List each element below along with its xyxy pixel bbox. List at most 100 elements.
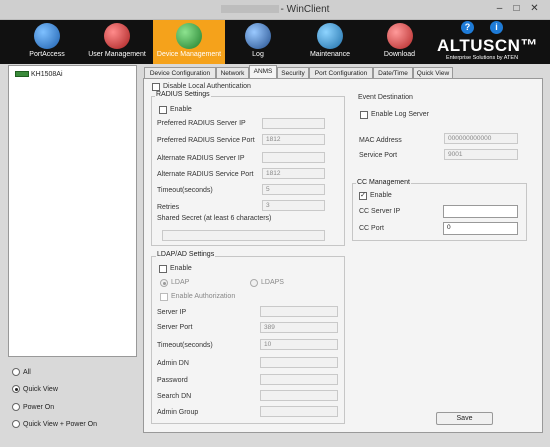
ldap-server-ip-field[interactable]: [260, 306, 338, 317]
toolbar-maintenance[interactable]: Maintenance: [300, 20, 360, 64]
user-management-icon: [104, 23, 130, 49]
logo-subtitle: Enterprise Solutions by ATEN: [446, 55, 519, 61]
radius-enable-checkbox[interactable]: [159, 106, 167, 114]
ldap-server-ip-label: Server IP: [157, 309, 187, 316]
alternate-radius-ip-field[interactable]: [262, 152, 325, 163]
ldap-radio-label: LDAP: [171, 279, 190, 286]
radius-settings-title: RADIUS Settings: [155, 91, 211, 98]
preferred-radius-port-label: Preferred RADIUS Service Port: [157, 137, 255, 144]
cc-server-ip-field[interactable]: [443, 205, 518, 218]
enable-authorization-checkbox[interactable]: [160, 293, 168, 301]
save-button[interactable]: Save: [436, 412, 493, 425]
toolbar-label: Download: [383, 51, 416, 58]
search-dn-label: Search DN: [157, 393, 192, 400]
view-option-label: Quick View: [23, 385, 58, 393]
ldaps-radio[interactable]: [250, 279, 258, 287]
alternate-radius-ip-label: Alternate RADIUS Server IP: [157, 155, 245, 162]
admin-group-label: Admin Group: [157, 409, 199, 416]
cc-enable-checkbox[interactable]: ✓: [359, 192, 367, 200]
tab-anms[interactable]: ANMS: [249, 65, 277, 79]
radius-retries-label: Retries: [157, 204, 180, 211]
search-dn-field[interactable]: [260, 390, 338, 401]
view-option-power-on[interactable]: Power On: [12, 403, 54, 411]
mac-address-label: MAC Address: [359, 137, 402, 144]
ldap-timeout-field[interactable]: 10: [260, 339, 338, 350]
cc-enable-label: Enable: [370, 192, 392, 199]
view-option-quick-view[interactable]: Quick View: [12, 385, 58, 393]
alternate-radius-port-label: Alternate RADIUS Service Port: [157, 171, 254, 178]
port-access-icon: [34, 23, 60, 49]
toolbar-port-access[interactable]: PortAccess: [16, 20, 78, 64]
shared-secret-label: Shared Secret (at least 6 characters): [157, 215, 272, 222]
view-option-label: Quick View + Power On: [23, 420, 97, 428]
enable-log-server-label: Enable Log Server: [371, 111, 429, 118]
enable-log-server-checkbox[interactable]: [360, 111, 368, 119]
disable-local-auth-label: Disable Local Authentication: [163, 83, 251, 90]
mac-address-field[interactable]: 000000000000: [444, 133, 518, 144]
window-title: - WinClient: [280, 4, 330, 15]
ldap-settings-title: LDAP/AD Settings: [156, 251, 216, 258]
admin-dn-field[interactable]: [260, 357, 338, 368]
alternate-radius-port-field[interactable]: 1812: [262, 168, 325, 179]
admin-group-field[interactable]: [260, 406, 338, 417]
minimize-button[interactable]: –: [493, 3, 506, 15]
log-icon: [245, 23, 271, 49]
toolbar-label: Maintenance: [309, 51, 351, 58]
service-port-field[interactable]: 9001: [444, 149, 518, 160]
preferred-radius-port-field[interactable]: 1812: [262, 134, 325, 145]
radius-enable-label: Enable: [170, 106, 192, 113]
event-destination-title: Event Destination: [358, 94, 413, 101]
admin-dn-label: Admin DN: [157, 360, 189, 367]
toolbar-download[interactable]: Download: [372, 20, 427, 64]
redacted-title: [220, 5, 279, 14]
shared-secret-field[interactable]: [162, 230, 325, 241]
cc-server-ip-label: CC Server IP: [359, 208, 401, 215]
toolbar-label: User Management: [88, 51, 146, 58]
preferred-radius-ip-field[interactable]: [262, 118, 325, 129]
maximize-button[interactable]: □: [510, 3, 523, 15]
cc-management-title: CC Management: [356, 179, 411, 186]
view-option-quick-view-power-on[interactable]: Quick View + Power On: [12, 420, 97, 428]
ldap-radio[interactable]: [160, 279, 168, 287]
toolbar-device-management[interactable]: Device Management: [153, 20, 225, 64]
disable-local-auth-checkbox[interactable]: [152, 83, 160, 91]
toolbar-label: PortAccess: [29, 51, 65, 58]
ldap-server-port-field[interactable]: 389: [260, 322, 338, 333]
toolbar-user-management[interactable]: User Management: [86, 20, 148, 64]
radio-selected-icon: [12, 385, 20, 393]
view-option-label: Power On: [23, 403, 55, 411]
about-icon[interactable]: i: [490, 21, 503, 34]
tree-node-device[interactable]: KH1508Ai: [15, 71, 63, 78]
radius-retries-field[interactable]: 3: [262, 200, 325, 211]
toolbar-label: Log: [252, 51, 264, 58]
radius-timeout-label: Timeout(seconds): [157, 187, 213, 194]
close-button[interactable]: ✕: [528, 3, 541, 15]
cc-port-field[interactable]: 0: [443, 222, 518, 235]
cc-port-label: CC Port: [359, 225, 384, 232]
title-bar: - WinClient – □ ✕: [0, 0, 550, 20]
password-field[interactable]: [260, 374, 338, 385]
maintenance-icon: [317, 23, 343, 49]
help-icon[interactable]: ?: [461, 21, 474, 34]
window-title-area: - WinClient: [0, 4, 550, 15]
device-tree[interactable]: KH1508Ai: [8, 65, 137, 357]
password-label: Password: [157, 377, 188, 384]
radio-icon: [12, 368, 20, 376]
radio-icon: [12, 403, 20, 411]
view-option-label: All: [23, 368, 31, 376]
toolbar-label: Device Management: [156, 51, 222, 58]
view-option-all[interactable]: All: [12, 368, 31, 376]
device-icon: [15, 71, 29, 78]
toolbar-log[interactable]: Log: [233, 20, 283, 64]
radius-timeout-field[interactable]: 5: [262, 184, 325, 195]
preferred-radius-ip-label: Preferred RADIUS Server IP: [157, 120, 246, 127]
enable-authorization-label: Enable Authorization: [171, 293, 236, 300]
ldap-enable-checkbox[interactable]: [159, 265, 167, 273]
service-port-label: Service Port: [359, 152, 398, 159]
ldaps-radio-label: LDAPS: [261, 279, 284, 286]
radio-icon: [12, 420, 20, 428]
ldap-server-port-label: Server Port: [157, 324, 193, 331]
ldap-enable-label: Enable: [170, 265, 192, 272]
download-icon: [386, 23, 413, 49]
ldap-timeout-label: Timeout(seconds): [157, 342, 213, 349]
